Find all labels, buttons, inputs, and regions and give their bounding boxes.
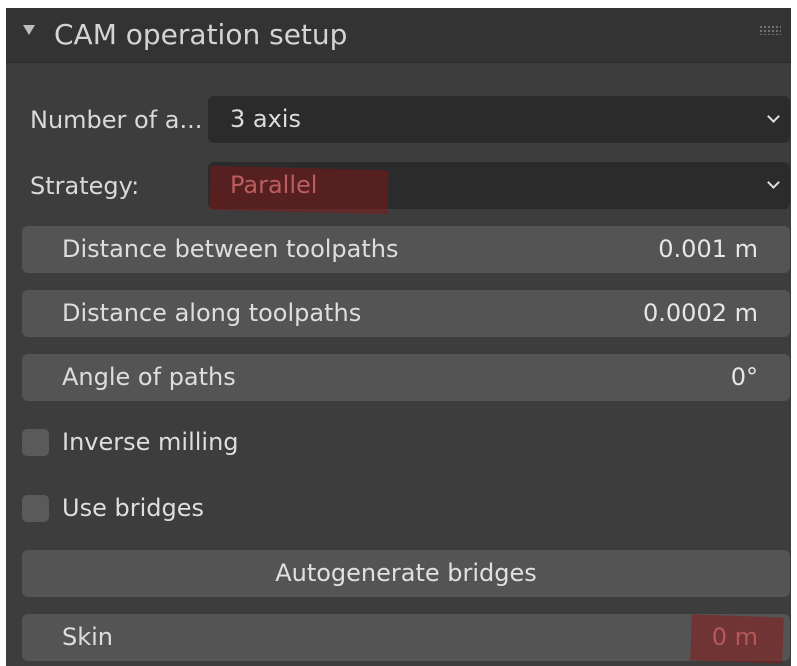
skin-highlight-mark [690,614,784,664]
axes-dropdown[interactable]: 3 axis [208,96,790,143]
distance-along-toolpaths-field[interactable]: Distance along toolpaths 0.0002 m [22,290,790,337]
chevron-down-icon [767,176,780,189]
use-bridges-label[interactable]: Use bridges [62,492,204,524]
distance-between-toolpaths-value: 0.001 m [658,235,758,263]
distance-along-toolpaths-label: Distance along toolpaths [62,299,362,327]
panel-header[interactable]: CAM operation setup [6,8,791,63]
panel-title: CAM operation setup [54,18,348,51]
inverse-milling-label[interactable]: Inverse milling [62,426,239,458]
skin-field[interactable]: Skin 0 m [22,614,790,661]
angle-of-paths-value: 0° [730,363,758,391]
inverse-milling-checkbox[interactable] [22,429,49,456]
axes-dropdown-value: 3 axis [230,105,301,133]
autogenerate-bridges-label: Autogenerate bridges [275,559,537,587]
angle-of-paths-field[interactable]: Angle of paths 0° [22,354,790,401]
autogenerate-bridges-button[interactable]: Autogenerate bridges [22,550,790,597]
strategy-highlight-mark [209,165,389,215]
distance-along-toolpaths-value: 0.0002 m [643,299,758,327]
angle-of-paths-label: Angle of paths [62,363,236,391]
distance-between-toolpaths-field[interactable]: Distance between toolpaths 0.001 m [22,226,790,273]
skin-label: Skin [62,623,114,651]
distance-between-toolpaths-label: Distance between toolpaths [62,235,399,263]
cam-operation-setup-panel: CAM operation setup Number of a... 3 axi… [6,8,791,666]
strategy-label: Strategy: [30,172,140,200]
triangle-down-icon[interactable] [23,25,35,35]
drag-handle-icon[interactable] [759,25,781,35]
axes-label: Number of a... [30,106,203,134]
use-bridges-checkbox[interactable] [22,495,49,522]
chevron-down-icon [767,110,780,123]
